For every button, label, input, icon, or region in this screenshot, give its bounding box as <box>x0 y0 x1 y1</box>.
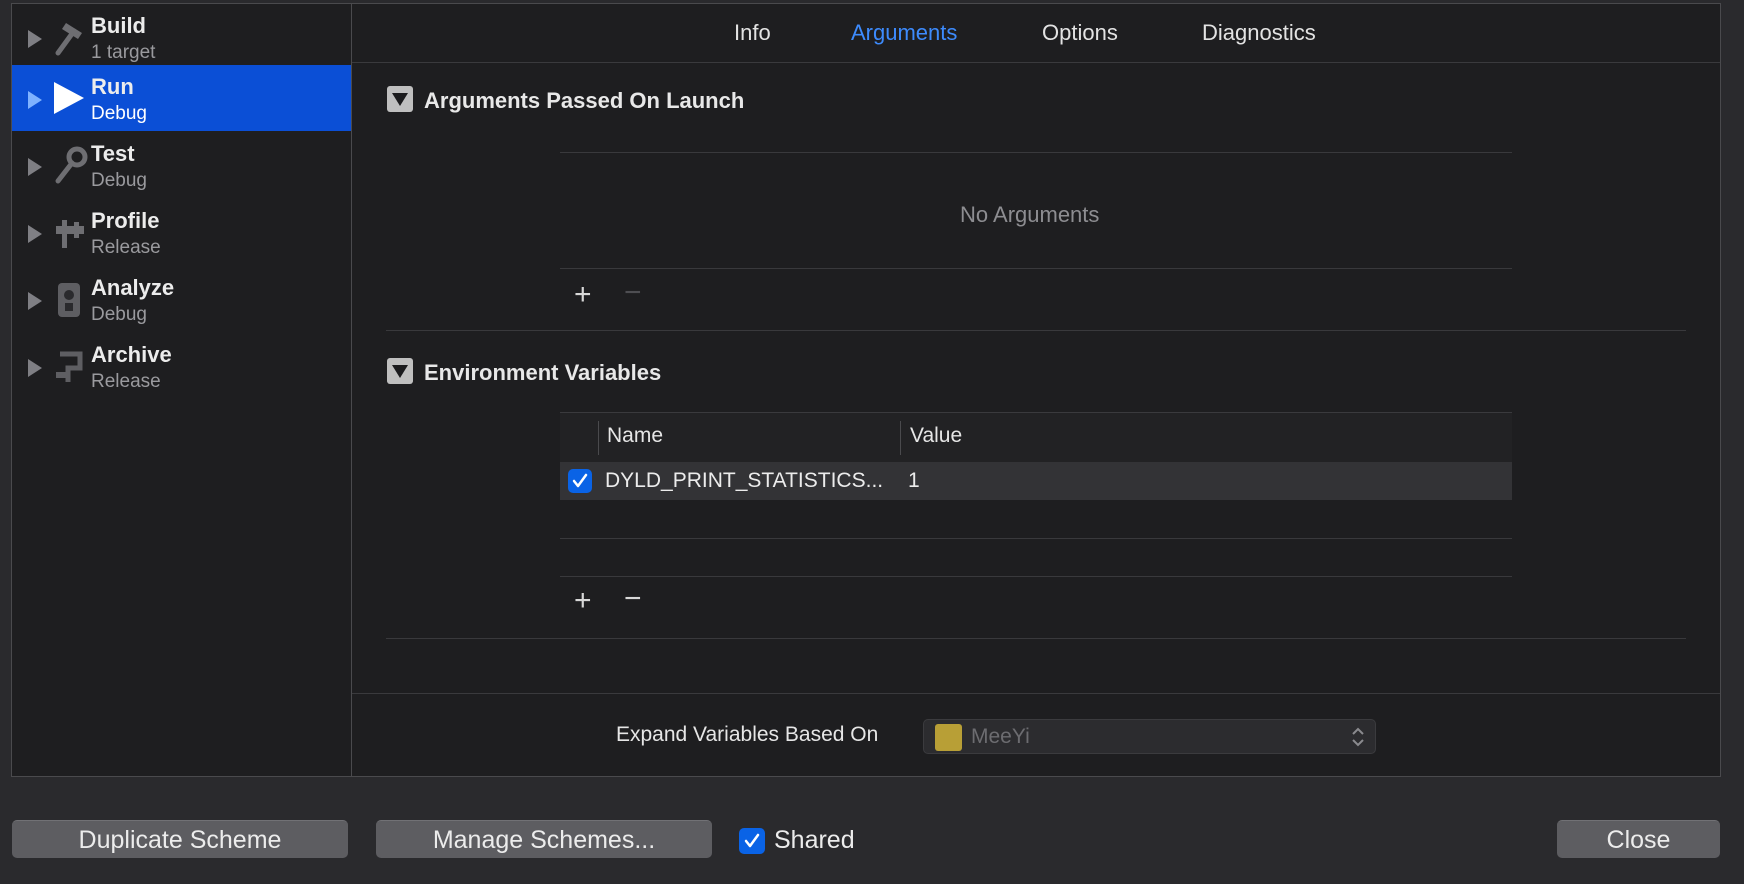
tab-diagnostics[interactable]: Diagnostics <box>1202 20 1316 46</box>
add-argument-button[interactable]: + <box>574 280 592 310</box>
archive-icon <box>56 351 83 382</box>
sidebar-item-archive[interactable]: Archive Release <box>12 333 351 399</box>
tab-info[interactable]: Info <box>734 20 771 46</box>
expand-variables-label: Expand Variables Based On <box>616 723 879 746</box>
sidebar-item-analyze[interactable]: Analyze Debug <box>12 266 351 332</box>
column-header-value[interactable]: Value <box>910 424 962 448</box>
env-var-enabled-checkbox[interactable] <box>568 469 592 493</box>
scheme-action-sidebar: Build 1 target Run Debug Test Debug Prof… <box>11 3 351 777</box>
disclosure-triangle-icon[interactable] <box>28 359 42 377</box>
remove-env-var-button[interactable]: − <box>624 584 642 614</box>
play-icon <box>54 82 84 114</box>
close-button[interactable]: Close <box>1557 820 1720 858</box>
tab-options[interactable]: Options <box>1042 20 1118 46</box>
sidebar-item-title: Profile <box>91 208 160 233</box>
divider <box>560 538 1512 539</box>
instrument-icon <box>56 220 84 248</box>
disclosure-triangle-icon[interactable] <box>28 30 42 48</box>
expand-variables-value: MeeYi <box>971 725 1030 748</box>
divider <box>560 152 1512 153</box>
env-var-value[interactable]: 1 <box>908 469 920 493</box>
sidebar-item-subtitle: Debug <box>91 304 147 325</box>
sidebar-item-run[interactable]: Run Debug <box>12 65 351 131</box>
env-table-header: Name Value <box>560 412 1512 462</box>
manage-schemes-button[interactable]: Manage Schemes... <box>376 820 712 858</box>
sidebar-item-subtitle: Debug <box>91 103 147 124</box>
tab-bar: Info Arguments Options Diagnostics <box>352 4 1720 63</box>
add-env-var-button[interactable]: + <box>574 586 592 616</box>
column-separator <box>900 421 901 455</box>
no-arguments-label: No Arguments <box>960 202 1100 227</box>
checkmark-icon <box>744 833 760 848</box>
disclosure-triangle-icon[interactable] <box>28 91 42 109</box>
divider <box>560 576 1512 577</box>
scheme-editor-panel: Info Arguments Options Diagnostics Argum… <box>351 3 1721 777</box>
sidebar-item-test[interactable]: Test Debug <box>12 132 351 198</box>
arguments-section-toggle[interactable] <box>387 86 413 112</box>
divider <box>560 268 1512 269</box>
hammer-icon <box>55 23 82 56</box>
expand-variables-popup[interactable]: MeeYi <box>923 719 1376 754</box>
duplicate-scheme-button[interactable]: Duplicate Scheme <box>12 820 348 858</box>
sidebar-item-title: Analyze <box>91 275 175 300</box>
env-var-name[interactable]: DYLD_PRINT_STATISTICS... <box>605 469 883 493</box>
analyze-icon <box>58 283 80 317</box>
disclosure-triangle-icon[interactable] <box>28 292 42 310</box>
tab-arguments[interactable]: Arguments <box>851 20 957 46</box>
sidebar-item-profile[interactable]: Profile Release <box>12 199 351 265</box>
sidebar-item-title: Test <box>91 141 135 166</box>
sidebar-item-title: Archive <box>91 342 172 367</box>
column-separator <box>598 421 599 455</box>
env-section-title: Environment Variables <box>424 360 662 385</box>
sidebar-item-subtitle: 1 target <box>91 42 156 63</box>
shared-label[interactable]: Shared <box>774 826 855 855</box>
remove-argument-button[interactable]: − <box>624 278 642 308</box>
checkmark-icon <box>572 473 588 488</box>
wrench-icon <box>55 146 88 184</box>
column-header-name[interactable]: Name <box>607 424 663 448</box>
app-icon <box>935 724 962 751</box>
sidebar-item-build[interactable]: Build 1 target <box>12 4 351 70</box>
env-section-toggle[interactable] <box>387 358 413 384</box>
disclosure-triangle-icon[interactable] <box>28 225 42 243</box>
shared-checkbox[interactable] <box>739 828 765 854</box>
arguments-section-title: Arguments Passed On Launch <box>424 88 745 113</box>
disclosure-triangle-icon[interactable] <box>28 158 42 176</box>
chevron-up-down-icon <box>1352 727 1364 747</box>
table-row[interactable]: DYLD_PRINT_STATISTICS... 1 <box>560 462 1512 500</box>
sidebar-item-title: Build <box>91 13 146 38</box>
sidebar-item-subtitle: Debug <box>91 170 147 191</box>
sidebar-item-subtitle: Release <box>91 237 161 258</box>
section-divider <box>386 330 1686 331</box>
sidebar-item-title: Run <box>91 74 134 99</box>
section-divider <box>386 638 1686 639</box>
footer-divider <box>352 693 1720 694</box>
sidebar-item-subtitle: Release <box>91 371 161 392</box>
